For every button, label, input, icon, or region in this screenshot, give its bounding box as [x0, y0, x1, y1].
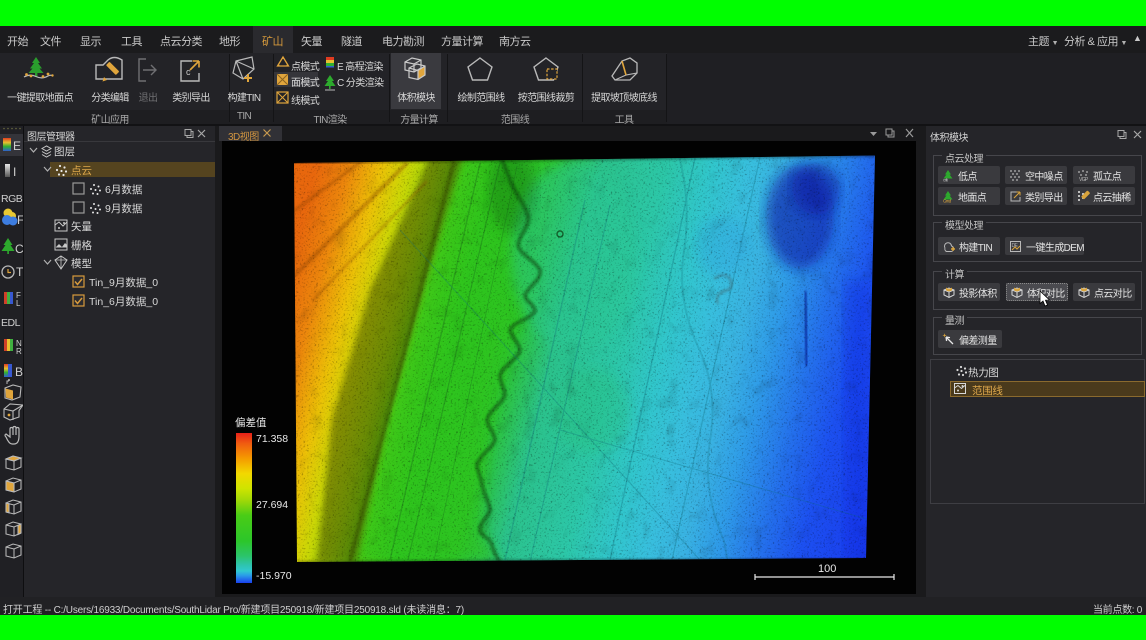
svg-text:Tin_9月数据_0: Tin_9月数据_0 — [89, 276, 158, 289]
svg-text:模型: 模型 — [71, 257, 92, 270]
svg-text:6月数据: 6月数据 — [105, 183, 143, 196]
svg-text:图层: 图层 — [54, 146, 75, 158]
svg-text:9月数据: 9月数据 — [105, 202, 143, 215]
svg-text:R: R — [16, 347, 22, 356]
svg-text:c: c — [186, 67, 191, 77]
svg-text:Tin_6月数据_0: Tin_6月数据_0 — [89, 295, 158, 308]
svg-text:C: C — [15, 242, 24, 256]
svg-text:Grnd: Grnd — [943, 198, 952, 203]
svg-text:71.358: 71.358 — [256, 433, 288, 445]
svg-text:27.694: 27.694 — [256, 499, 288, 511]
svg-text:L: L — [16, 299, 21, 308]
svg-text:VGP: VGP — [1079, 177, 1089, 182]
svg-text:偏差值: 偏差值 — [235, 416, 267, 429]
svg-text:点云: 点云 — [71, 165, 92, 177]
svg-text:F: F — [17, 213, 24, 227]
svg-text:100: 100 — [818, 563, 836, 575]
svg-text:T: T — [16, 265, 24, 279]
svg-text:I: I — [13, 165, 16, 179]
svg-text:EDL: EDL — [1, 317, 21, 329]
svg-text:矢量: 矢量 — [71, 220, 92, 233]
svg-text:RGB: RGB — [1, 193, 23, 205]
svg-text:B: B — [15, 365, 23, 379]
svg-text:-15.970: -15.970 — [256, 570, 292, 582]
svg-text:栅格: 栅格 — [71, 239, 92, 252]
svg-text:E: E — [13, 139, 21, 153]
